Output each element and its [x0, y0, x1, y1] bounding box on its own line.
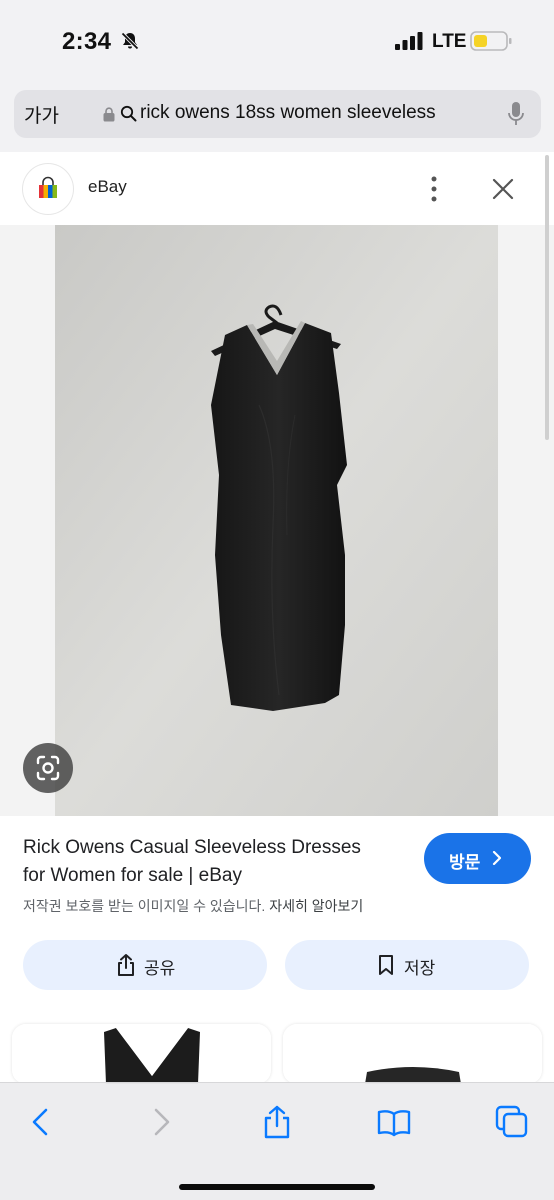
related-image-thumbnail [12, 1024, 271, 1084]
related-image-card[interactable] [12, 1024, 271, 1084]
share-icon[interactable] [260, 1105, 294, 1139]
share-label: 공유 [144, 959, 176, 978]
related-image-card[interactable] [283, 1024, 542, 1084]
copyright-text: 저작권 보호를 받는 이미지일 수 있습니다. [23, 898, 266, 914]
site-name: eBay [88, 177, 127, 196]
battery-icon [470, 31, 512, 51]
text-size-button[interactable]: 가가 [24, 101, 59, 128]
scrollbar[interactable] [545, 155, 549, 440]
shopping-bag-icon [39, 176, 57, 198]
lock-icon [103, 107, 115, 122]
more-vertical-icon[interactable] [428, 175, 440, 203]
result-title[interactable]: Rick Owens Casual Sleeveless Dresses for… [23, 834, 403, 890]
status-bar: 2:34 LTE [0, 0, 554, 80]
share-icon [118, 954, 134, 976]
network-type: LTE [432, 31, 467, 52]
url-text[interactable]: rick owens 18ss women sleeveless [140, 102, 436, 124]
microphone-icon[interactable] [507, 101, 525, 127]
image-preview-region [0, 225, 554, 816]
share-button[interactable]: 공유 [23, 940, 267, 990]
book-icon[interactable] [377, 1105, 411, 1139]
status-time: 2:34 [62, 28, 112, 55]
search-icon [120, 105, 137, 122]
copyright-notice: 저작권 보호를 받는 이미지일 수 있습니다. 자세히 알아보기 [23, 896, 363, 916]
visit-button[interactable]: 방문 [424, 833, 531, 884]
address-bar-area: 가가 rick owens 18ss women sleeveless [0, 80, 554, 152]
result-title-line1: Rick Owens Casual Sleeveless Dresses [23, 837, 361, 858]
learn-more-link[interactable]: 자세히 알아보기 [269, 898, 363, 914]
visit-label: 방문 [449, 853, 481, 872]
product-image[interactable] [55, 225, 498, 816]
home-indicator[interactable] [179, 1184, 375, 1190]
address-bar[interactable]: 가가 rick owens 18ss women sleeveless [14, 90, 541, 138]
close-icon[interactable] [491, 177, 515, 201]
chevron-right-icon [492, 851, 501, 865]
bookmark-icon [379, 955, 393, 975]
signal-icon [395, 32, 423, 50]
browser-toolbar [0, 1082, 554, 1200]
lens-button[interactable] [23, 743, 73, 793]
save-label: 저장 [404, 959, 436, 978]
site-header: eBay [0, 152, 554, 225]
ebay-favicon [23, 164, 73, 214]
save-button[interactable]: 저장 [285, 940, 529, 990]
tabs-icon[interactable] [495, 1105, 529, 1139]
chevron-left-icon[interactable] [24, 1105, 58, 1139]
related-image-thumbnail [283, 1024, 542, 1084]
chevron-right-icon[interactable] [144, 1105, 178, 1139]
google-lens-icon [36, 755, 60, 781]
result-title-line2: for Women for sale | eBay [23, 865, 242, 886]
bell-slash-icon [121, 32, 139, 50]
